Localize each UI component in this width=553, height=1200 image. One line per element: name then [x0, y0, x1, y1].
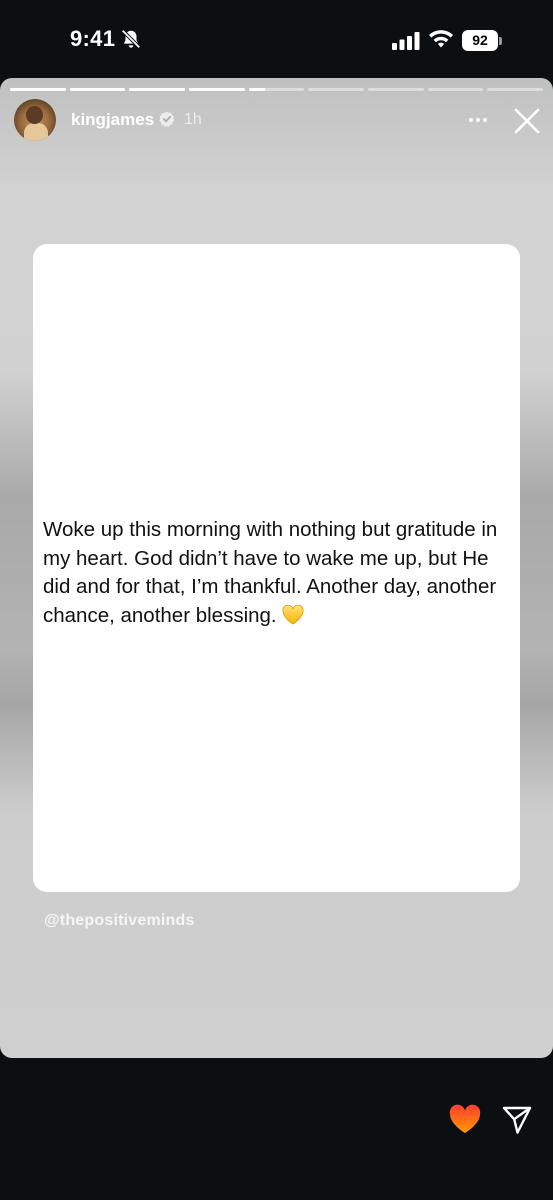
avatar[interactable] [14, 99, 56, 141]
yellow-heart-icon [282, 604, 304, 624]
story-progress-segment [189, 88, 245, 91]
story-progress-segment [69, 88, 126, 91]
story-progress-fill [10, 88, 66, 91]
story-progress-fill [189, 88, 245, 91]
story-progress-segment [248, 88, 305, 91]
verified-badge-icon [159, 111, 175, 127]
username[interactable]: kingjames [71, 110, 154, 130]
status-time: 9:41 [70, 26, 116, 51]
close-icon[interactable] [512, 106, 542, 136]
story-progress-bar [10, 88, 544, 91]
bell-slash-icon [121, 29, 141, 49]
story-progress-fill [129, 88, 186, 91]
cellular-signal-icon [392, 32, 420, 50]
story-progress-fill [69, 88, 126, 91]
send-icon[interactable] [501, 1104, 533, 1136]
story-progress-segment [10, 88, 66, 91]
quote-body: Woke up this morning with nothing but gr… [43, 518, 498, 627]
story-progress-segment [308, 88, 365, 91]
mention-sticker[interactable]: @thepositiveminds [44, 912, 195, 930]
avatar-shirt [24, 123, 48, 141]
battery-level: 92 [472, 32, 488, 48]
heart-icon[interactable] [448, 1104, 482, 1136]
story-progress-segment [368, 88, 424, 91]
story-progress-segment [427, 88, 484, 91]
avatar-face [26, 106, 43, 124]
battery-icon: 92 [462, 30, 498, 51]
post-time: 1h [184, 111, 202, 128]
more-options-icon[interactable] [464, 110, 492, 130]
story-progress-segment [129, 88, 186, 91]
quote-card: Woke up this morning with nothing but gr… [33, 244, 520, 892]
battery-cap [499, 37, 502, 45]
instagram-story-screen: 9:41 92 kingjames 1h Woke up this mornin… [0, 0, 553, 1200]
quote-text: Woke up this morning with nothing but gr… [43, 516, 513, 630]
story-viewer[interactable]: kingjames 1h Woke up this morning with n… [0, 78, 553, 1058]
story-progress-fill [248, 88, 266, 91]
story-progress-segment [487, 88, 544, 91]
wifi-icon [429, 30, 453, 48]
status-bar: 9:41 92 [0, 0, 553, 80]
